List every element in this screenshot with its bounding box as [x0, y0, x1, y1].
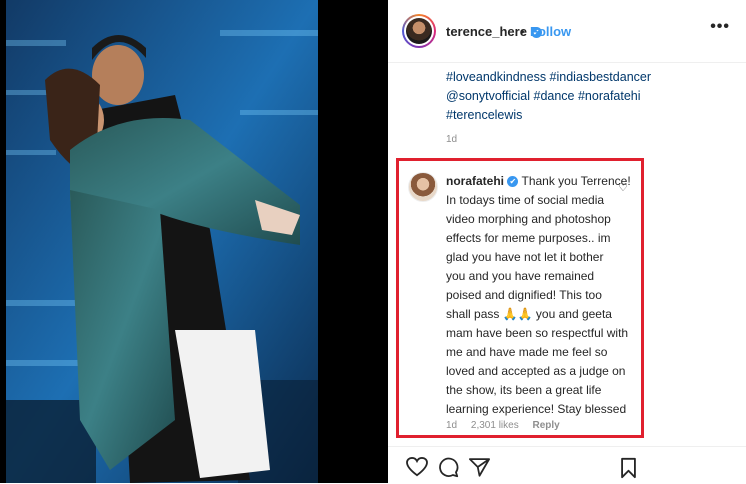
comment-line: shall pass 🙏🙏 you and geeta	[446, 307, 612, 321]
caption-line[interactable]: @sonytvofficial #dance #norafatehi	[446, 87, 646, 106]
follow-button[interactable]: Follow	[530, 24, 571, 39]
comment-bubble-icon[interactable]	[438, 457, 459, 478]
post-header: terence_here ✔ • Follow •••	[388, 0, 746, 63]
caption-timestamp[interactable]: 1d	[446, 134, 457, 145]
reply-button[interactable]: Reply	[533, 420, 560, 431]
more-options-icon[interactable]: •••	[710, 18, 730, 36]
commenter-username[interactable]: norafatehi	[446, 174, 504, 188]
author-username-text[interactable]: terence_here	[446, 24, 527, 39]
comment-line: the show, its been a great life	[446, 383, 602, 397]
post-actions	[388, 446, 746, 484]
verified-icon: ✔	[507, 176, 519, 187]
caption-text: #loveandkindness #indiasbestdancer @sony…	[446, 68, 651, 125]
comment-timestamp[interactable]: 1d	[446, 420, 457, 431]
author-avatar[interactable]	[402, 14, 436, 48]
commenter-avatar[interactable]	[408, 172, 438, 202]
bookmark-save-icon[interactable]	[620, 457, 637, 479]
post-sidebar: terence_here ✔ • Follow ••• #loveandkind…	[388, 0, 746, 483]
comment-line: glad you have not let it bother	[446, 250, 604, 264]
caption-line[interactable]: #terencelewis	[446, 106, 646, 125]
like-heart-icon[interactable]	[406, 457, 428, 477]
header-separator: •	[520, 24, 525, 39]
comment-line: effects for meme purposes.. im	[446, 231, 611, 245]
comment-line: poised and dignified! This too	[446, 288, 602, 302]
share-send-icon[interactable]	[469, 457, 490, 477]
comment-first-line: norafatehi ✔ Thank you Terrence!	[446, 172, 631, 191]
comment-text: norafatehi ✔ Thank you Terrence! In toda…	[446, 172, 631, 419]
comment-line: In todays time of social media	[446, 193, 605, 207]
comment-line: Thank you Terrence!	[521, 174, 631, 188]
comment-line: video morphing and photoshop	[446, 212, 611, 226]
comment-likes[interactable]: 2,301 likes	[471, 420, 519, 431]
post-image	[0, 0, 388, 483]
comment-line: loved and accepted as a judge on	[446, 364, 626, 378]
comment-line: me and have made me feel so	[446, 345, 608, 359]
caption-line[interactable]: #loveandkindness #indiasbestdancer	[446, 68, 651, 87]
author-username[interactable]: terence_here ✔	[446, 24, 542, 39]
comment-line: learning experience! Stay blessed	[446, 402, 627, 416]
comment-line: you and you have remained	[446, 269, 595, 283]
comment-line: mam have been so respectful with	[446, 326, 629, 340]
post-photo[interactable]	[0, 0, 388, 483]
comment-like-icon[interactable]: ♡	[618, 181, 628, 194]
highlighted-comment: norafatehi ✔ Thank you Terrence! In toda…	[396, 158, 644, 438]
comment-meta: 1d 2,301 likes Reply	[446, 420, 571, 431]
